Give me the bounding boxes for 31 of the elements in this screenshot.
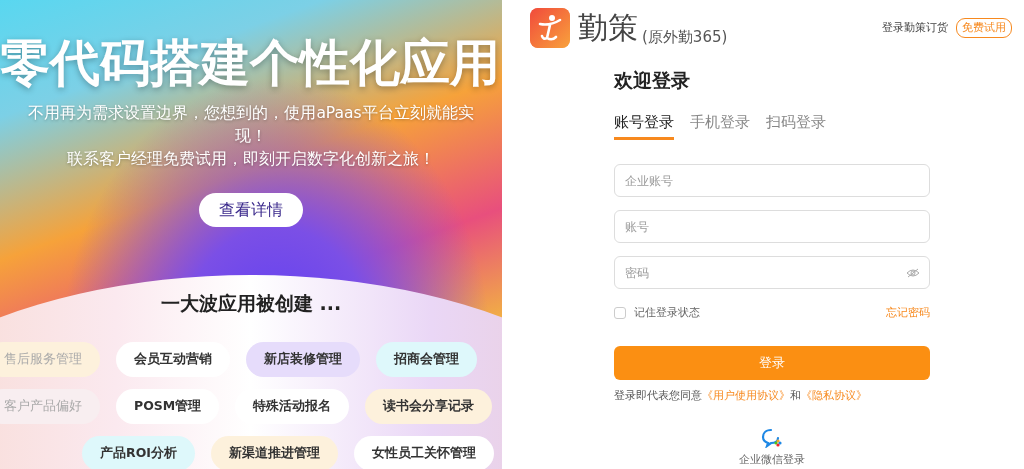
- showcase-title: 一大波应用被创建 ...: [160, 291, 342, 316]
- remember-label: 记住登录状态: [634, 305, 700, 321]
- hidden-eye-icon[interactable]: [906, 268, 920, 278]
- login-tab[interactable]: 手机登录: [690, 110, 750, 140]
- app-chip[interactable]: 读书会分享记录: [365, 388, 493, 424]
- chat-bubble-icon[interactable]: [761, 428, 783, 448]
- login-tab[interactable]: 账号登录: [614, 110, 674, 140]
- login-title: 欢迎登录: [614, 68, 691, 93]
- subtitle-line: 联系客户经理免费试用，即刻开启数字化创新之旅！: [67, 149, 435, 170]
- agreement-text: 登录即代表您同意: [614, 388, 702, 402]
- logo-icon: [530, 8, 570, 48]
- input-field[interactable]: 密码: [614, 256, 930, 289]
- order-login-link[interactable]: 登录勤策订货: [882, 19, 948, 37]
- app-chip[interactable]: 新店装修管理: [246, 341, 360, 377]
- details-button[interactable]: 查看详情: [199, 193, 303, 227]
- input-field[interactable]: 企业账号: [614, 164, 930, 197]
- agreement-joiner: 和: [790, 388, 801, 402]
- app-chip[interactable]: 会员互动营销: [116, 341, 230, 377]
- app-chip[interactable]: 女性员工关怀管理: [353, 435, 494, 469]
- login-tab[interactable]: 扫码登录: [766, 110, 826, 140]
- app-chip[interactable]: 新渠道推进管理: [210, 435, 338, 469]
- input-field[interactable]: 账号: [614, 210, 930, 243]
- brand-note: (原外勤365): [642, 26, 728, 48]
- brand-name: 勤策: [578, 13, 638, 43]
- remember-checkbox[interactable]: [614, 307, 626, 320]
- app-chip[interactable]: 产品ROI分析: [82, 435, 195, 469]
- app-chip[interactable]: 招商会管理: [376, 341, 477, 377]
- app-chip[interactable]: POSM管理: [116, 388, 220, 424]
- subtitle-line: 不用再为需求设置边界，您想到的，使用aPaas平台立刻就能实现！: [27, 103, 475, 147]
- wecom-login-label[interactable]: 企业微信登录: [739, 452, 805, 469]
- headline: 零代码搭建个性化应用: [0, 38, 500, 88]
